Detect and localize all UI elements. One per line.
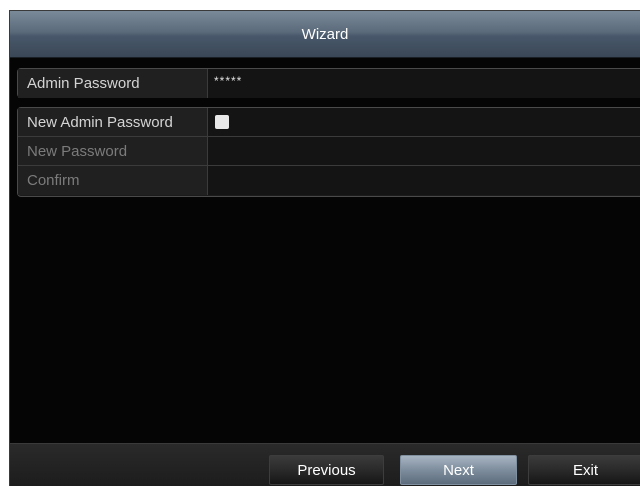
admin-password-field[interactable]: ***** — [208, 69, 640, 98]
new-admin-password-row: New Admin Password — [18, 108, 640, 137]
new-password-label: New Password — [18, 137, 208, 165]
exit-button[interactable]: Exit — [528, 455, 640, 485]
admin-password-group: Admin Password ***** — [17, 68, 640, 98]
new-password-field[interactable] — [208, 137, 640, 165]
content-area — [10, 197, 640, 442]
confirm-row: Confirm — [18, 166, 640, 195]
new-password-group: New Admin Password New Password Confirm — [17, 107, 640, 197]
new-admin-password-cell — [208, 108, 640, 136]
admin-password-value: ***** — [214, 73, 243, 88]
admin-password-row: Admin Password ***** — [18, 69, 640, 98]
new-password-row: New Password — [18, 137, 640, 166]
title-bar: Wizard — [10, 11, 640, 58]
confirm-password-field[interactable] — [208, 166, 640, 195]
next-button[interactable]: Next — [400, 455, 517, 485]
button-bar: Previous Next Exit — [10, 443, 640, 486]
new-admin-password-checkbox[interactable] — [215, 115, 229, 129]
wizard-window: Wizard Admin Password ***** New Admin Pa… — [9, 10, 640, 486]
previous-button[interactable]: Previous — [269, 455, 384, 485]
window-title: Wizard — [301, 25, 349, 43]
new-admin-password-label: New Admin Password — [18, 108, 208, 136]
confirm-label: Confirm — [18, 166, 208, 195]
admin-password-label: Admin Password — [18, 69, 208, 98]
